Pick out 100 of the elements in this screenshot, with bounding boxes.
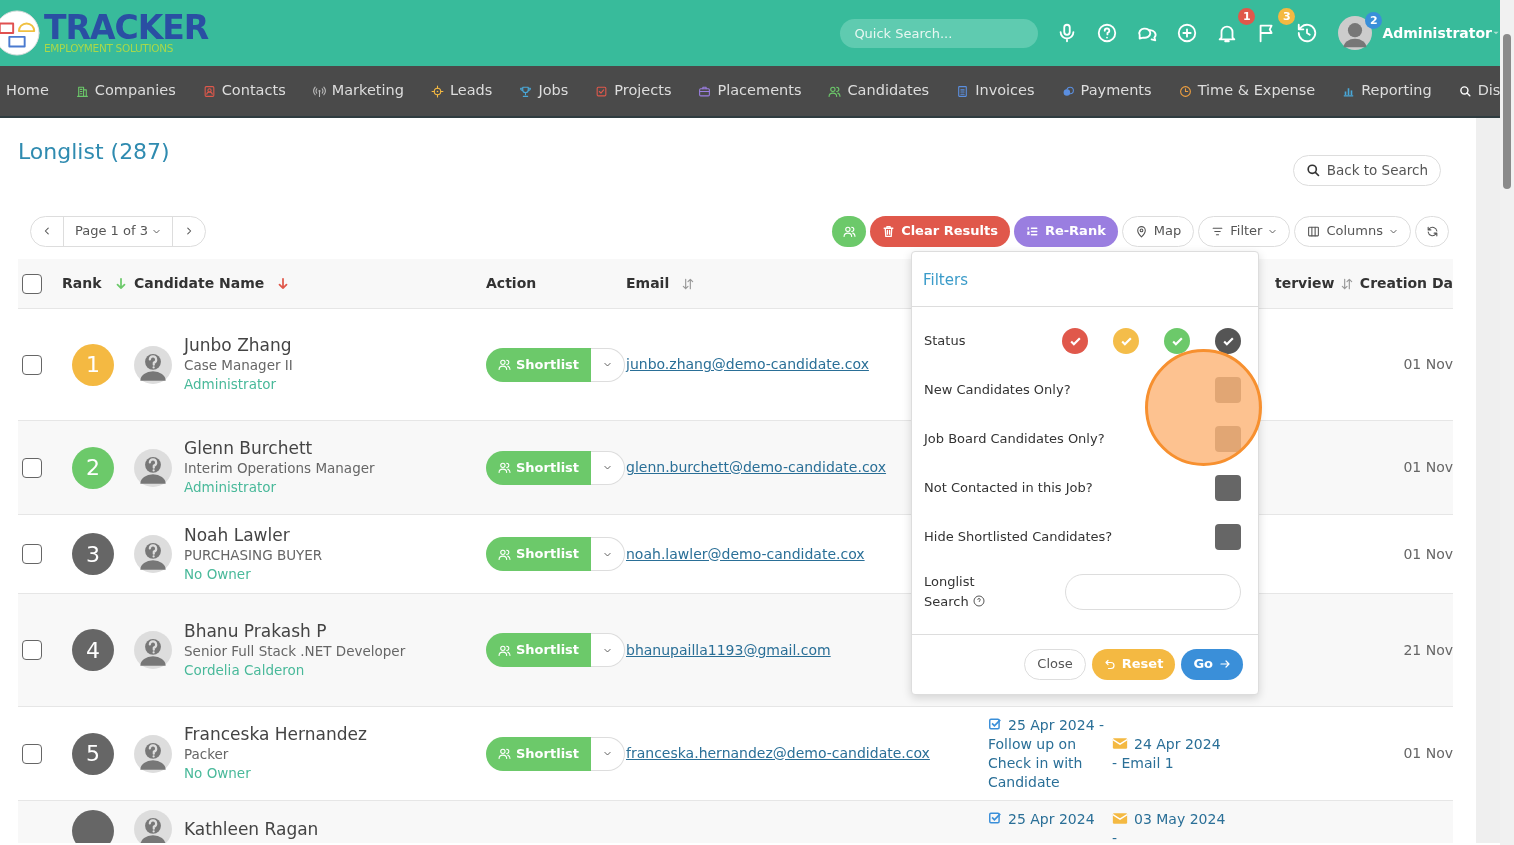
email-entry[interactable]: 24 Apr 2024 - Email 1	[1112, 734, 1227, 773]
columns-button[interactable]: Columns	[1294, 215, 1411, 247]
shortlist-menu-button[interactable]	[591, 633, 626, 667]
email-link[interactable]: noah.lawler@demo-candidate.cox	[626, 545, 865, 562]
back-to-search-button[interactable]: Back to Search	[1292, 155, 1441, 186]
sort-icon[interactable]	[681, 276, 696, 291]
clear-results-button[interactable]: Clear Results	[870, 215, 1010, 247]
shortlist-menu-button[interactable]	[591, 736, 626, 771]
brand-tagline: EMPLOYMENT SOLUTIONS	[44, 42, 175, 54]
checkbox-icon	[595, 84, 609, 98]
people-icon	[498, 547, 511, 561]
candidate-name[interactable]: Junbo Zhang	[184, 335, 293, 356]
chevron-down-icon	[603, 749, 613, 758]
owner-name: Administrator	[184, 375, 278, 394]
candidate-name[interactable]: Bhanu Prakash P	[184, 620, 406, 642]
people-icon	[498, 643, 511, 657]
status-toggle[interactable]	[1164, 328, 1190, 354]
filter-option-label: Not Contacted in this Job?	[924, 479, 1093, 498]
filter-option-label: Job Board Candidates Only?	[924, 430, 1105, 449]
shortlist-menu-button[interactable]	[591, 537, 626, 571]
add-icon[interactable]	[1176, 22, 1199, 44]
column-header: Action	[486, 274, 537, 293]
shortlist-group-button[interactable]	[832, 215, 867, 247]
creation-date: 21 Nov	[1403, 641, 1453, 658]
nav-link[interactable]: Time & Expense	[1178, 80, 1316, 102]
user-avatar-icon[interactable]	[1338, 16, 1373, 50]
candidate-title: Packer	[184, 745, 230, 764]
coins-icon	[1061, 84, 1075, 98]
nav-link[interactable]: Home	[6, 80, 49, 102]
target-icon	[431, 84, 444, 98]
email-link[interactable]: glenn.burchett@demo-candidate.cox	[626, 459, 887, 475]
creation-date: 01 Nov	[1403, 356, 1453, 372]
chevron-left-icon	[42, 226, 52, 236]
row-checkbox[interactable]	[22, 544, 42, 564]
nav-link[interactable]: Companies	[75, 80, 176, 102]
nav-link[interactable]: Candidates	[828, 80, 930, 102]
nav-link[interactable]: Invoices	[956, 80, 1035, 102]
column-header: Candidate Name	[134, 274, 265, 293]
longlist-search-field[interactable]	[1065, 573, 1241, 610]
filter-checkbox[interactable]	[1215, 475, 1241, 501]
nav-link[interactable]: Reporting	[1342, 80, 1432, 102]
logo-icon	[0, 10, 40, 56]
flag-count: 3	[1278, 8, 1296, 25]
close-button[interactable]: Close	[1024, 648, 1086, 680]
nav-link[interactable]: Leads	[431, 80, 493, 102]
go-button[interactable]: Go	[1181, 648, 1243, 680]
status-toggle[interactable]	[1113, 328, 1139, 354]
avatar-icon	[134, 535, 172, 573]
sort-icon[interactable]	[1340, 276, 1355, 291]
email-link[interactable]: junbo.zhang@demo-candidate.cox	[626, 356, 869, 372]
nav-link[interactable]: Dis	[1458, 80, 1500, 102]
shortlist-menu-button[interactable]	[591, 347, 626, 382]
broadcast-icon	[312, 84, 326, 98]
nav-link[interactable]: Contacts	[202, 80, 286, 102]
row-checkbox[interactable]	[22, 640, 42, 660]
filter-checkbox[interactable]	[1215, 524, 1241, 550]
nav-link[interactable]: Placements	[698, 80, 802, 102]
row-checkbox[interactable]	[22, 743, 42, 764]
task-entry[interactable]: 25 Apr 2024	[988, 810, 1112, 829]
people-icon	[498, 461, 511, 474]
nav-link[interactable]: Projects	[595, 80, 672, 102]
column-header: Creation Da	[1359, 274, 1453, 293]
nav-link[interactable]: Payments	[1061, 80, 1152, 102]
candidate-name[interactable]: Kathleen Ragan	[184, 818, 319, 840]
history-icon[interactable]	[1296, 22, 1319, 44]
brand-name: TRACKER	[44, 12, 209, 43]
scrollbar-thumb[interactable]	[1503, 34, 1511, 189]
select-all-checkbox[interactable]	[22, 273, 42, 294]
candidate-name[interactable]: Franceska Hernandez	[184, 724, 367, 745]
email-entry[interactable]: 03 May 2024 -	[1112, 810, 1227, 843]
email-link[interactable]: franceska.hernandez@demo-candidate.cox	[626, 745, 930, 761]
map-button[interactable]: Map	[1121, 215, 1195, 247]
avatar-icon	[134, 734, 172, 773]
envelope-icon	[1112, 736, 1128, 750]
task-entry[interactable]: 25 Apr 2024 - Follow up on Check in with Candidate	[988, 715, 1112, 792]
quick-search-field[interactable]: Quick Search...	[840, 18, 1039, 48]
filter-option-label: New Candidates Only?	[924, 381, 1071, 400]
help-icon[interactable]	[1096, 22, 1119, 44]
people-icon	[498, 358, 511, 371]
row-checkbox[interactable]	[22, 457, 42, 478]
caret-icon[interactable]	[1492, 29, 1500, 37]
refresh-button[interactable]	[1415, 215, 1449, 247]
avatar-icon	[134, 448, 172, 487]
nav-link[interactable]: Marketing	[312, 80, 404, 102]
chevron-down-icon	[603, 360, 613, 369]
nav-link[interactable]: Jobs	[519, 80, 569, 102]
email-link[interactable]: bhanupailla1193@gmail.com	[626, 641, 831, 658]
row-checkbox[interactable]	[22, 354, 42, 375]
status-toggle[interactable]	[1215, 328, 1241, 354]
status-toggle[interactable]	[1062, 328, 1088, 354]
search-icon	[1305, 163, 1321, 178]
candidate-title: PURCHASING BUYER	[184, 545, 323, 565]
candidate-name[interactable]: Glenn Burchett	[184, 438, 375, 459]
column-header: terview	[1275, 274, 1335, 293]
people-icon	[842, 224, 856, 238]
candidate-name[interactable]: Noah Lawler	[184, 524, 323, 546]
filter-button[interactable]: Filter	[1198, 215, 1291, 247]
trash-icon	[882, 224, 896, 238]
shortlist-menu-button[interactable]	[591, 450, 626, 485]
help-icon[interactable]	[972, 594, 985, 607]
